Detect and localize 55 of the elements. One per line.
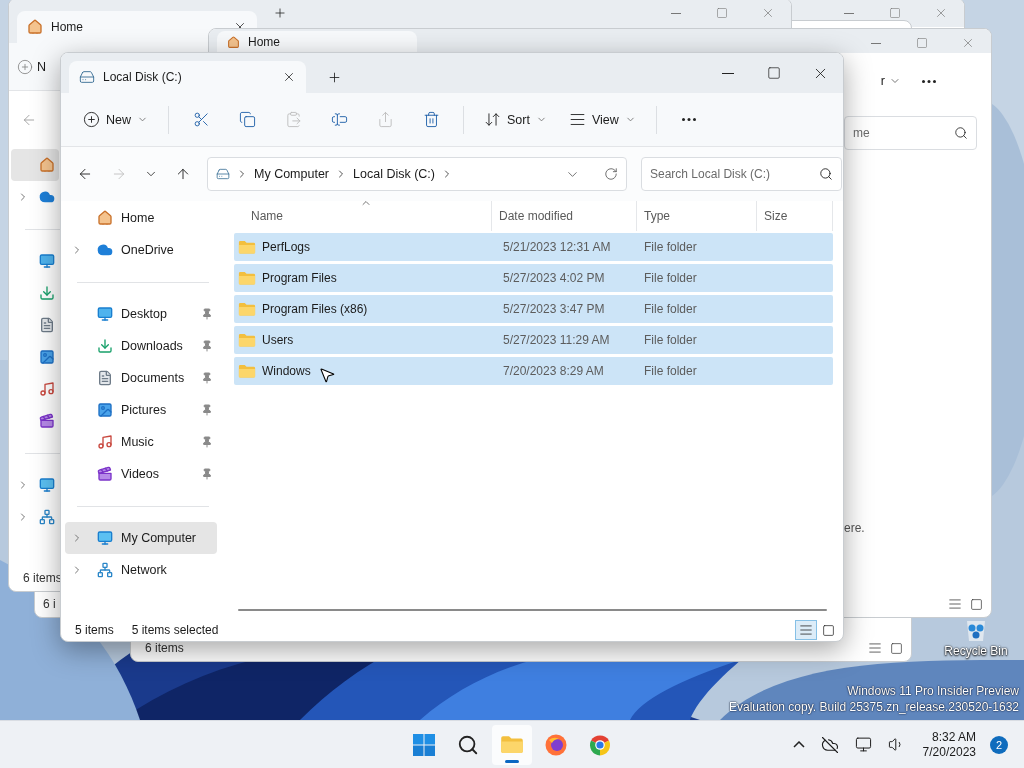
notification-badge[interactable]: 2 [990, 735, 1008, 754]
message-text: ere. [844, 521, 866, 535]
sidebar-item[interactable]: Network [65, 554, 217, 586]
file-name: Program Files [262, 271, 337, 285]
toolbar-button[interactable]: r [878, 67, 903, 95]
type-cell-text: File folder [643, 240, 698, 254]
file-row[interactable]: Program Files 5/27/2023 4:02 PM File folder [234, 264, 833, 292]
column-header[interactable]: Name [234, 201, 492, 231]
sidebar-item[interactable]: Music [65, 426, 217, 458]
file-name: PerfLogs [262, 240, 311, 254]
sidebar-item[interactable]: Videos [65, 458, 217, 490]
column-header[interactable]: Size [757, 201, 833, 231]
status-text: 6 items [145, 641, 184, 655]
sidebar-item[interactable]: Home [65, 202, 217, 234]
sidebar-item[interactable]: Documents [65, 362, 217, 394]
search-field[interactable]: me [844, 116, 977, 150]
tab[interactable]: Local Disk (C:) [69, 61, 306, 93]
type-cell-text: File folder [643, 302, 698, 316]
date-cell-text: 5/27/2023 11:29 AM [502, 333, 611, 347]
type-cell-text: File folder [643, 364, 698, 378]
file-name: Program Files (x86) [262, 302, 368, 316]
date-cell-text: 5/27/2023 3:47 PM [502, 302, 606, 316]
watermark-text: Evaluation copy. Build 25375.zn_release.230520-1632 [729, 700, 1019, 714]
date-cell-text: 5/21/2023 12:31 AM [502, 240, 612, 254]
sidebar-item[interactable]: OneDrive [65, 234, 217, 266]
clock[interactable]: 8:32 AM 7/20/2023 [916, 731, 982, 758]
sidebar-item[interactable]: Pictures [65, 394, 217, 426]
file-name: Users [262, 333, 294, 347]
address-bar[interactable]: My Computer Local Disk (C:) [207, 157, 627, 191]
view-button[interactable]: View [560, 103, 644, 136]
search-field[interactable]: Search Local Disk (C:) [641, 157, 842, 191]
sidebar-item[interactable]: Desktop [65, 298, 217, 330]
breadcrumb-item[interactable]: Local Disk (C:) [353, 167, 435, 181]
new-button[interactable]: New [75, 103, 156, 136]
file-name: Windows [262, 364, 311, 378]
file-row[interactable]: Windows 7/20/2023 8:29 AM File folder [234, 357, 833, 385]
type-cell-text: File folder [643, 271, 698, 285]
file-row[interactable]: PerfLogs 5/21/2023 12:31 AM File folder [234, 233, 833, 261]
date-cell-text: 7/20/2023 8:29 AM [502, 364, 605, 378]
file-row[interactable]: Program Files (x86) 5/27/2023 3:47 PM File folder [234, 295, 833, 323]
new-button[interactable]: N [15, 52, 49, 81]
sort-button[interactable]: Sort [476, 103, 555, 136]
item-count: 5 items [75, 623, 114, 637]
watermark-text: Windows 11 Pro Insider Preview [847, 684, 1019, 698]
column-header[interactable]: Date modified [492, 201, 637, 231]
selection-count: 5 items selected [131, 623, 219, 637]
sidebar-item[interactable]: My Computer [65, 522, 217, 554]
sidebar-item[interactable]: Downloads [65, 330, 217, 362]
type-cell-text: File folder [643, 333, 698, 347]
breadcrumb-item[interactable]: My Computer [254, 167, 330, 181]
status-text: 6 i [43, 597, 56, 611]
date-cell-text: 5/27/2023 4:02 PM [502, 271, 606, 285]
tab[interactable]: Home [217, 31, 417, 53]
column-header[interactable]: Type [637, 201, 757, 231]
file-row[interactable]: Users 5/27/2023 11:29 AM File folder [234, 326, 833, 354]
